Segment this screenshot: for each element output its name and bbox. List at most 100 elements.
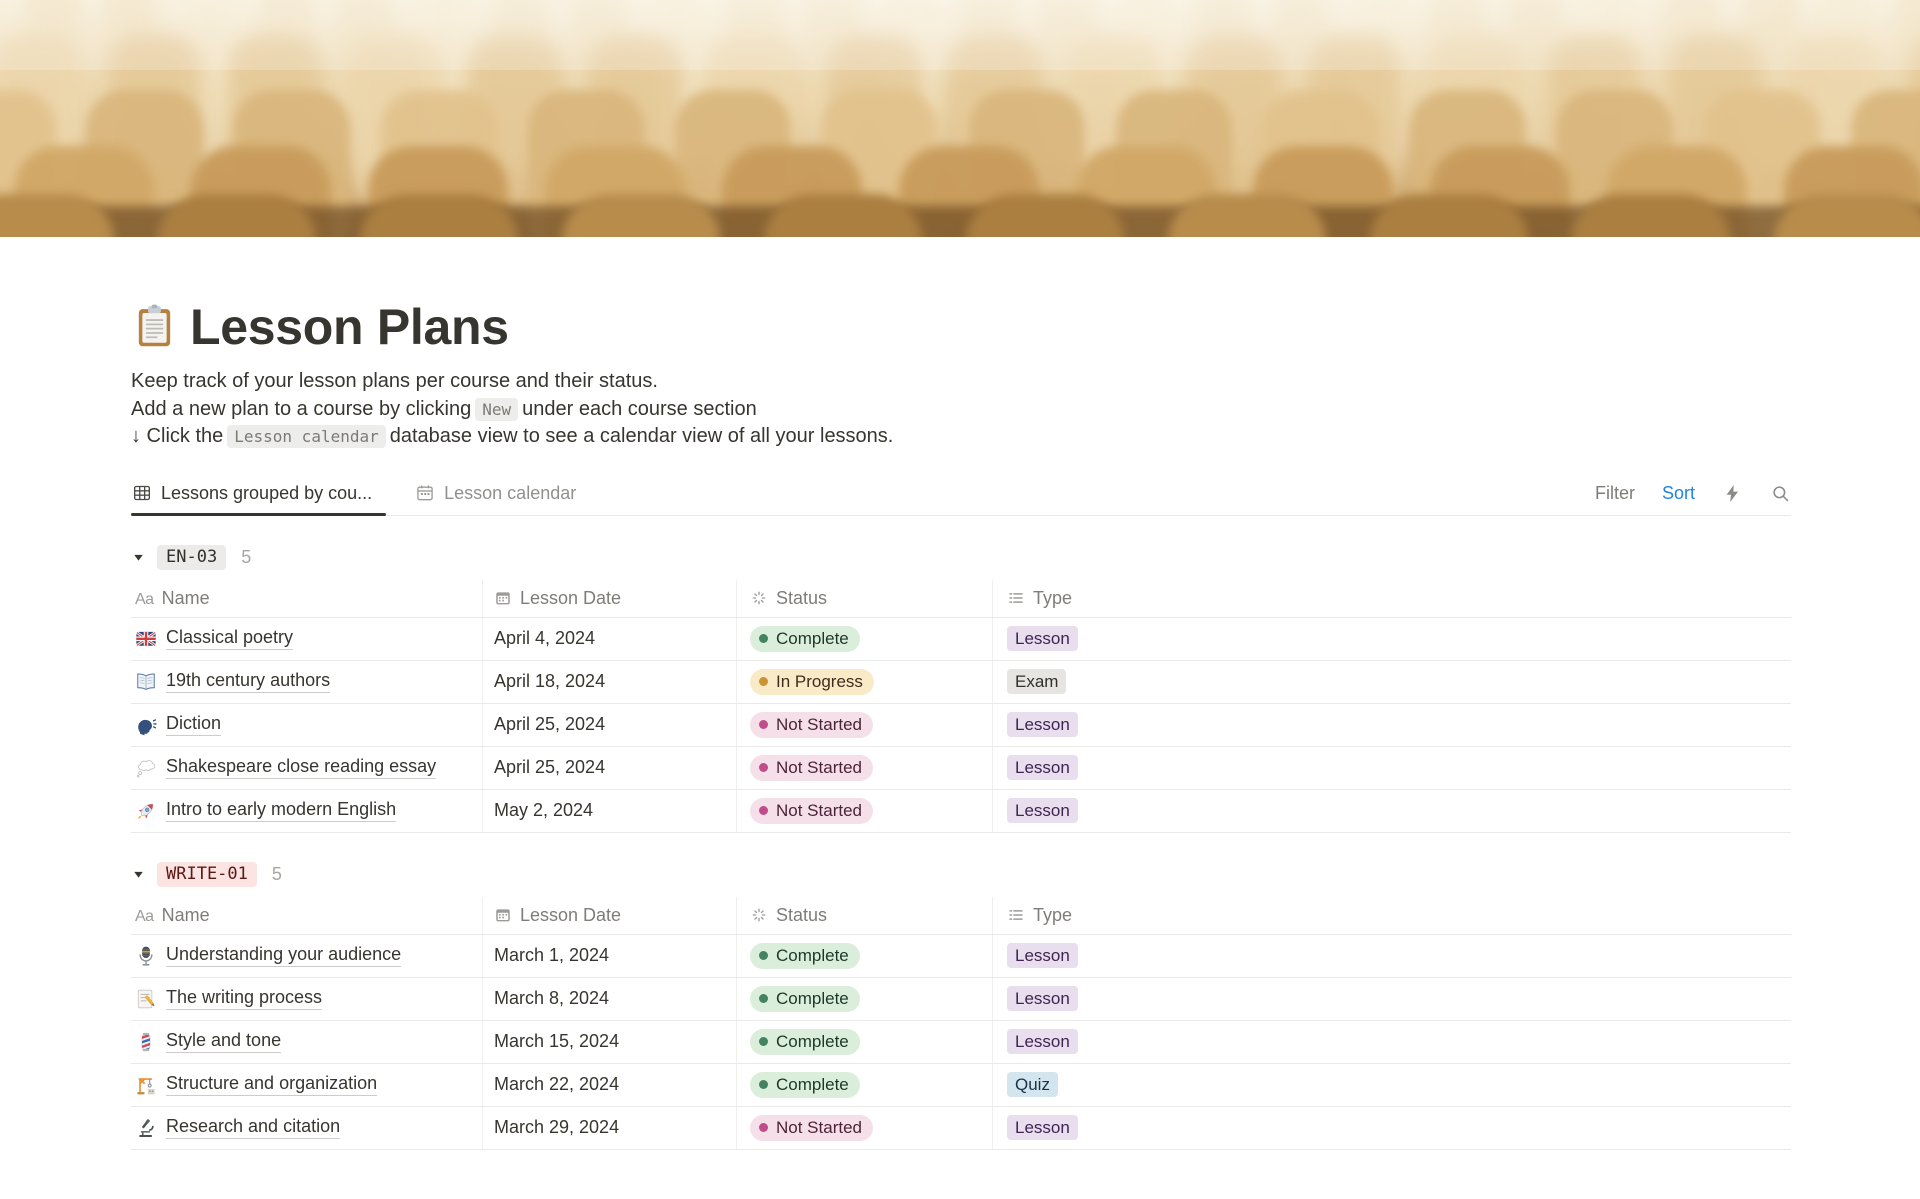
status-badge[interactable]: Complete: [750, 985, 860, 1012]
course-group: WRITE-01 5 Aa Name Lesson Date Status Type U…: [131, 860, 1791, 1150]
column-header-lesson-date[interactable]: Lesson Date: [482, 579, 736, 617]
status-cell[interactable]: Complete: [736, 977, 992, 1020]
type-badge[interactable]: Lesson: [1007, 943, 1078, 968]
lesson-date-cell[interactable]: March 29, 2024: [482, 1106, 736, 1149]
status-dot: [759, 806, 768, 815]
type-badge[interactable]: Exam: [1007, 669, 1067, 694]
lesson-title-link[interactable]: Shakespeare close reading essay: [166, 756, 437, 779]
lesson-title-link[interactable]: Style and tone: [166, 1030, 282, 1053]
lesson-date-cell[interactable]: April 25, 2024: [482, 746, 736, 789]
column-header-name[interactable]: Aa Name: [131, 897, 482, 934]
type-cell[interactable]: Quiz: [992, 1063, 1791, 1106]
calendar-property-icon: [494, 906, 512, 924]
group-toggle-triangle-icon[interactable]: [131, 550, 157, 565]
status-badge[interactable]: Complete: [750, 625, 860, 652]
memo-icon: [135, 988, 157, 1010]
column-header-status[interactable]: Status: [736, 896, 992, 934]
filter-button[interactable]: Filter: [1595, 483, 1635, 504]
status-badge[interactable]: Not Started: [750, 1114, 873, 1141]
lesson-date-cell[interactable]: March 22, 2024: [482, 1063, 736, 1106]
name-cell[interactable]: Structure and organization: [131, 1064, 482, 1106]
status-cell[interactable]: Not Started: [736, 746, 992, 789]
status-cell[interactable]: Complete: [736, 934, 992, 977]
view-tab-lesson-calendar[interactable]: Lesson calendar: [414, 472, 590, 515]
name-cell[interactable]: Research and citation: [131, 1107, 482, 1149]
type-badge[interactable]: Lesson: [1007, 1029, 1078, 1054]
name-cell[interactable]: Classical poetry: [131, 618, 482, 660]
type-badge[interactable]: Lesson: [1007, 798, 1078, 823]
view-tab-lessons-grouped[interactable]: Lessons grouped by cou...: [131, 472, 387, 516]
lesson-date-cell[interactable]: March 15, 2024: [482, 1020, 736, 1063]
type-cell[interactable]: Lesson: [992, 977, 1791, 1020]
name-cell[interactable]: The writing process: [131, 978, 482, 1020]
type-cell[interactable]: Lesson: [992, 1106, 1791, 1149]
status-cell[interactable]: Complete: [736, 1063, 992, 1106]
table-view-icon: [132, 483, 152, 503]
column-header-status[interactable]: Status: [736, 579, 992, 617]
lesson-title-link[interactable]: 19th century authors: [166, 670, 331, 693]
status-cell[interactable]: In Progress: [736, 660, 992, 703]
search-icon[interactable]: [1770, 483, 1791, 504]
name-cell[interactable]: Intro to early modern English: [131, 790, 482, 832]
status-badge[interactable]: Complete: [750, 1071, 860, 1098]
lesson-date-cell[interactable]: May 2, 2024: [482, 789, 736, 832]
description-text: Add a new plan to a course by clicking: [131, 397, 472, 420]
name-cell[interactable]: Diction: [131, 704, 482, 746]
name-cell[interactable]: 19th century authors: [131, 661, 482, 703]
lightning-icon[interactable]: [1722, 483, 1743, 504]
view-tab-label: Lessons grouped by cou...: [161, 482, 373, 503]
type-badge[interactable]: Lesson: [1007, 755, 1078, 780]
status-badge[interactable]: Not Started: [750, 797, 873, 824]
lesson-date-cell[interactable]: March 8, 2024: [482, 977, 736, 1020]
status-badge[interactable]: Complete: [750, 1028, 860, 1055]
status-badge[interactable]: Complete: [750, 942, 860, 969]
sort-button[interactable]: Sort: [1662, 483, 1695, 504]
name-cell[interactable]: Shakespeare close reading essay: [131, 747, 482, 789]
status-badge[interactable]: Not Started: [750, 711, 873, 738]
lesson-title-link[interactable]: Classical poetry: [166, 627, 294, 650]
lesson-date-cell[interactable]: April 4, 2024: [482, 617, 736, 660]
status-cell[interactable]: Complete: [736, 617, 992, 660]
type-cell[interactable]: Lesson: [992, 703, 1791, 746]
group-header: EN-03 5: [131, 543, 1791, 573]
status-dot: [759, 677, 768, 686]
lesson-title-link[interactable]: Research and citation: [166, 1116, 341, 1139]
type-badge[interactable]: Lesson: [1007, 626, 1078, 651]
building-construction-icon: [135, 1074, 157, 1096]
status-cell[interactable]: Complete: [736, 1020, 992, 1063]
status-badge[interactable]: Not Started: [750, 754, 873, 781]
name-cell[interactable]: Understanding your audience: [131, 935, 482, 977]
lesson-title-link[interactable]: Diction: [166, 713, 222, 736]
type-cell[interactable]: Exam: [992, 660, 1791, 703]
lesson-date-cell[interactable]: April 18, 2024: [482, 660, 736, 703]
type-badge[interactable]: Quiz: [1007, 1072, 1058, 1097]
column-header-name[interactable]: Aa Name: [131, 580, 482, 617]
type-cell[interactable]: Lesson: [992, 789, 1791, 832]
column-header-type[interactable]: Type: [992, 579, 1791, 617]
status-cell[interactable]: Not Started: [736, 703, 992, 746]
course-chip[interactable]: EN-03: [157, 544, 227, 571]
name-cell[interactable]: Style and tone: [131, 1021, 482, 1063]
course-chip[interactable]: WRITE-01: [157, 861, 257, 888]
status-cell[interactable]: Not Started: [736, 789, 992, 832]
type-cell[interactable]: Lesson: [992, 1020, 1791, 1063]
column-header-type[interactable]: Type: [992, 896, 1791, 934]
type-cell[interactable]: Lesson: [992, 746, 1791, 789]
lesson-title-link[interactable]: Intro to early modern English: [166, 799, 397, 822]
type-cell[interactable]: Lesson: [992, 617, 1791, 660]
lesson-date-cell[interactable]: April 25, 2024: [482, 703, 736, 746]
lesson-title-link[interactable]: Understanding your audience: [166, 944, 402, 967]
lesson-title-link[interactable]: Structure and organization: [166, 1073, 378, 1096]
status-badge[interactable]: In Progress: [750, 668, 874, 695]
lesson-date-cell[interactable]: March 1, 2024: [482, 934, 736, 977]
status-cell[interactable]: Not Started: [736, 1106, 992, 1149]
status-label: Not Started: [776, 800, 862, 820]
group-toggle-triangle-icon[interactable]: [131, 867, 157, 882]
type-badge[interactable]: Lesson: [1007, 986, 1078, 1011]
column-header-lesson-date[interactable]: Lesson Date: [482, 896, 736, 934]
lesson-title-link[interactable]: The writing process: [166, 987, 323, 1010]
type-badge[interactable]: Lesson: [1007, 1115, 1078, 1140]
type-cell[interactable]: Lesson: [992, 934, 1791, 977]
type-badge[interactable]: Lesson: [1007, 712, 1078, 737]
clipboard-icon[interactable]: [131, 304, 178, 351]
